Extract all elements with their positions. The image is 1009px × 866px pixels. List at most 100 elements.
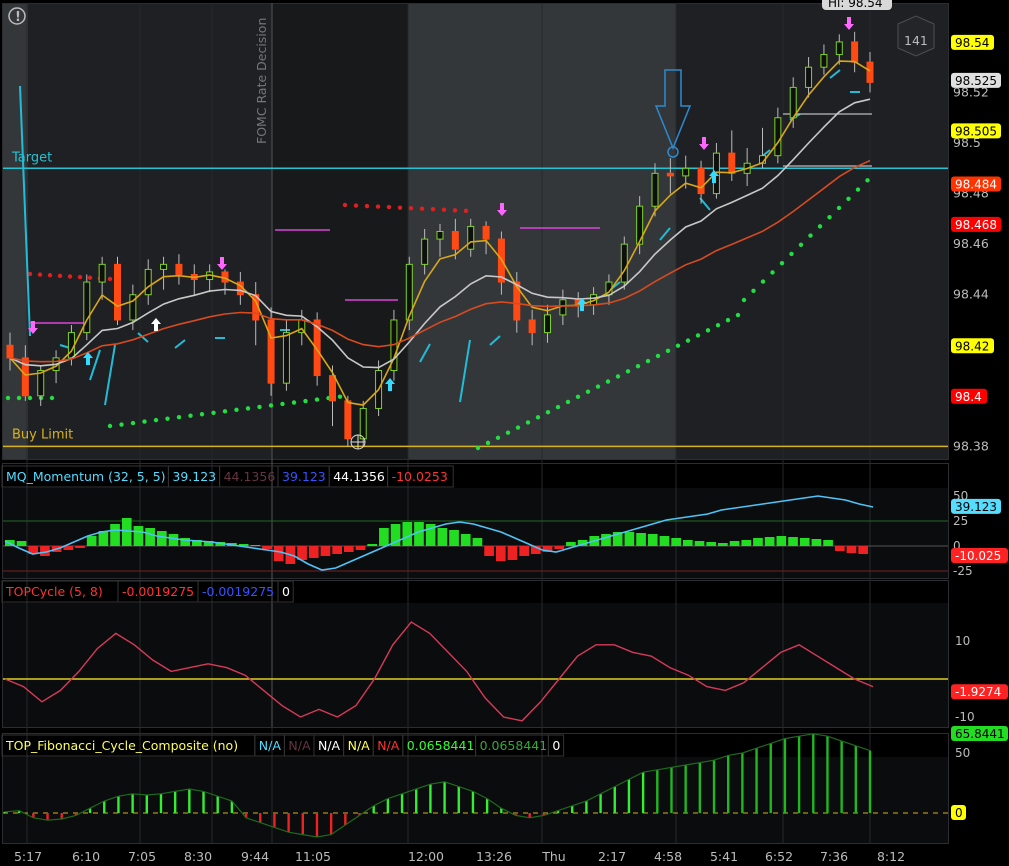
candle-body xyxy=(820,54,828,68)
price-badge-text: 98.42 xyxy=(955,339,989,353)
momentum-bar xyxy=(741,540,752,546)
momentum-bar xyxy=(799,538,810,546)
candle[interactable] xyxy=(83,274,91,341)
momentum-bar xyxy=(437,528,448,546)
candle[interactable] xyxy=(114,256,121,326)
candle-body xyxy=(682,167,690,177)
trail-dot xyxy=(705,328,711,333)
trail-dot xyxy=(798,242,804,247)
price-badge: 98.54 xyxy=(951,34,994,50)
trail-dot xyxy=(303,398,308,404)
trail-dot xyxy=(463,208,469,214)
time-tick: 8:12 xyxy=(877,849,905,864)
time-tick: 7:05 xyxy=(128,849,156,864)
fib-badge: 0 xyxy=(951,805,966,820)
price-badge-text: 98.525 xyxy=(955,74,997,88)
momentum-bar xyxy=(659,536,670,546)
time-tick: 12:00 xyxy=(408,849,444,864)
trail-dot xyxy=(846,196,851,201)
momentum-header-value: -10.0253 xyxy=(392,469,448,484)
momentum-bar xyxy=(647,534,658,546)
candle-body xyxy=(774,117,782,157)
momentum-bar xyxy=(846,546,857,553)
momentum-bar xyxy=(495,546,506,561)
time-tick: 9:44 xyxy=(241,849,269,864)
price-tick: 98.44 xyxy=(953,287,989,302)
price-badge-text: 98.54 xyxy=(955,36,989,50)
momentum-bar xyxy=(718,543,728,546)
momentum-bar xyxy=(671,538,681,546)
candle-body xyxy=(421,238,429,265)
momentum-bar xyxy=(484,546,494,556)
trail-dot xyxy=(475,445,481,451)
momentum-bar xyxy=(566,542,576,546)
momentum-bar xyxy=(273,546,284,561)
momentum-bar xyxy=(776,536,787,546)
trail-dot xyxy=(735,312,741,318)
trail-dot xyxy=(165,416,170,421)
candle[interactable] xyxy=(267,307,275,396)
momentum-tick: 25 xyxy=(953,514,968,528)
candle-body xyxy=(835,41,843,56)
fib-header-value: 0.0658441 xyxy=(480,738,548,753)
momentum-tick: -25 xyxy=(953,564,973,578)
trail-dot xyxy=(741,297,747,303)
counter-badge[interactable]: 141 xyxy=(897,15,935,57)
cycle-tick: -10 xyxy=(955,710,975,724)
trail-dot xyxy=(441,207,447,212)
price-tick: 98.38 xyxy=(953,438,989,453)
trail-dot xyxy=(67,274,73,279)
momentum-bar xyxy=(834,546,845,551)
momentum-badge: 39.123 xyxy=(951,498,1001,514)
momentum-bar xyxy=(262,546,272,549)
trail-dot xyxy=(57,273,63,279)
trail-dot xyxy=(836,205,842,211)
candle-body xyxy=(329,375,336,402)
trail-dot xyxy=(419,206,425,211)
trail-dot xyxy=(817,224,823,229)
price-badge: 98.525 xyxy=(951,72,1001,88)
candle-body xyxy=(482,225,490,240)
momentum-bar xyxy=(86,536,97,546)
fib-badge: 65.8441 xyxy=(951,726,1008,742)
time-tick: 5:17 xyxy=(14,849,42,864)
candle[interactable] xyxy=(405,256,413,331)
trail-dot xyxy=(375,204,381,209)
trail-dot xyxy=(855,187,861,192)
trail-dot xyxy=(545,409,551,415)
trading-chart[interactable]: FOMC Rate Decision Target Buy Limit! 141 Hi:… xyxy=(0,0,1009,866)
cycle-badge: -1.9274 xyxy=(951,684,1008,700)
momentum-bar xyxy=(156,531,167,546)
cycle-tick: 10 xyxy=(955,634,970,648)
candle-body xyxy=(851,41,859,63)
trail-dot xyxy=(211,410,216,415)
momentum-header-value: 39.123 xyxy=(282,469,326,484)
candle-body xyxy=(37,370,45,397)
price-badge: 98.484 xyxy=(951,176,1001,192)
trail-dot xyxy=(452,208,458,213)
event-label: FOMC Rate Decision xyxy=(254,18,269,144)
trail-dot xyxy=(37,272,43,277)
trail-dot xyxy=(337,394,343,399)
momentum-bar xyxy=(355,546,366,550)
momentum-bar xyxy=(250,545,261,546)
time-tick: 5:41 xyxy=(710,849,738,864)
fib-tick: 50 xyxy=(955,746,970,760)
trail-dot xyxy=(865,178,870,183)
momentum-bar xyxy=(402,522,413,546)
momentum-bar xyxy=(636,533,646,546)
trail-dot xyxy=(397,205,403,210)
trail-dot xyxy=(760,279,766,284)
candle-body xyxy=(144,268,152,296)
momentum-bar xyxy=(694,541,705,546)
momentum-bar xyxy=(367,544,378,546)
candle[interactable] xyxy=(620,236,628,290)
exclamation-mark: ! xyxy=(15,10,21,25)
trail-dot xyxy=(575,394,581,400)
time-tick: 13:26 xyxy=(476,849,512,864)
candle-body xyxy=(282,332,290,384)
momentum-bar xyxy=(145,528,155,546)
momentum-badge: -10.025 xyxy=(951,548,1008,563)
fib-header-value: N/A xyxy=(318,738,341,753)
momentum-bar xyxy=(379,528,389,546)
